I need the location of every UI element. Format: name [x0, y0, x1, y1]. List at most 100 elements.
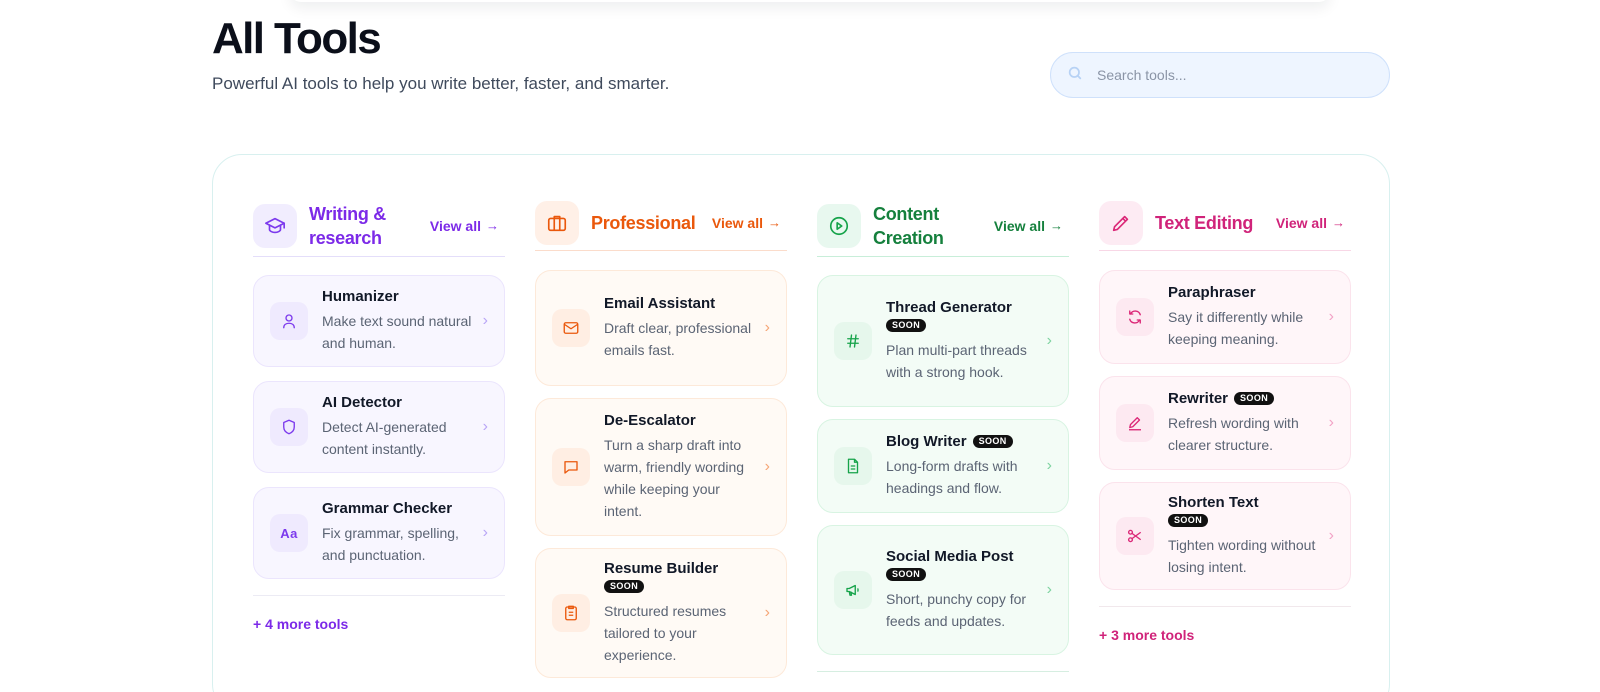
tool-card-grammar-checker[interactable]: Aa Grammar Checker Fix grammar, spelling…	[253, 487, 505, 579]
tool-name: Paraphraser	[1168, 284, 1256, 301]
chevron-right-icon: ›	[1046, 332, 1052, 349]
search-box[interactable]	[1050, 52, 1390, 98]
refresh-icon	[1116, 298, 1154, 336]
tool-description: Detect AI-generated content instantly.	[322, 419, 447, 457]
category-writing-research: Writing & research View all → Humanizer M…	[253, 195, 505, 632]
tool-card-blog-writer[interactable]: Blog Writer SOON Long-form drafts with he…	[817, 419, 1069, 513]
message-square-icon	[552, 448, 590, 486]
soon-badge: SOON	[1234, 392, 1275, 405]
view-all-label: View all	[1275, 214, 1327, 231]
column-divider	[817, 671, 1069, 672]
chevron-right-icon: ›	[1046, 457, 1052, 474]
category-professional: Professional View all → Email Assistant D…	[535, 195, 787, 678]
tool-name-text: Blog Writer	[886, 433, 967, 450]
tool-description: Tighten wording without losing intent.	[1168, 537, 1316, 575]
text-aa-glyph: Aa	[280, 525, 298, 541]
view-all-link[interactable]: View all →	[430, 218, 499, 234]
chevron-right-icon: ›	[764, 319, 770, 336]
view-all-link[interactable]: View all →	[994, 218, 1063, 234]
category-content-creation: Content Creation View all → Thread Genera…	[817, 195, 1069, 672]
tool-card-social-media-post[interactable]: Social Media Post SOON Short, punchy cop…	[817, 525, 1069, 655]
category-header: Professional View all →	[535, 195, 787, 251]
tool-card-ai-detector[interactable]: AI Detector Detect AI-generated content …	[253, 381, 505, 473]
tool-card-rewriter[interactable]: Rewriter SOON Refresh wording with cleare…	[1099, 376, 1351, 470]
category-title: Text Editing	[1155, 212, 1254, 233]
chevron-right-icon: ›	[764, 458, 770, 475]
mail-icon	[552, 309, 590, 347]
briefcase-icon	[535, 200, 579, 245]
chevron-right-icon: ›	[764, 604, 770, 621]
category-header: Content Creation View all →	[817, 195, 1069, 257]
tool-name: Shorten Text	[1168, 494, 1259, 511]
category-title: Content Creation	[873, 203, 944, 248]
text-aa-icon: Aa	[270, 514, 308, 552]
soon-badge: SOON	[972, 435, 1013, 448]
graduation-cap-icon	[253, 203, 297, 248]
tool-name-text: Rewriter	[1168, 390, 1229, 407]
tool-name: Blog Writer SOON	[886, 433, 1036, 451]
tool-description: Draft clear, professional emails fast.	[604, 320, 752, 358]
chevron-right-icon: ›	[1328, 308, 1334, 325]
user-icon	[270, 302, 308, 340]
chevron-right-icon: ›	[482, 418, 488, 435]
hash-icon	[834, 322, 872, 360]
soon-badge: SOON	[886, 319, 927, 332]
tool-card-paraphraser[interactable]: Paraphraser Say it differently while kee…	[1099, 270, 1351, 364]
tool-card-shorten-text[interactable]: Shorten Text SOON Tighten wording withou…	[1099, 482, 1351, 590]
view-all-link[interactable]: View all →	[1276, 215, 1345, 231]
soon-badge: SOON	[1168, 514, 1209, 527]
chevron-right-icon: ›	[1328, 527, 1334, 544]
arrow-right-icon: →	[486, 218, 499, 233]
tool-description: Structured resumes tailored to your expe…	[604, 603, 727, 663]
tool-card-resume-builder[interactable]: Resume Builder SOON Structured resumes t…	[535, 548, 787, 678]
more-tools-link[interactable]: + 3 more tools	[1099, 606, 1351, 643]
tool-description: Turn a sharp draft into warm, friendly w…	[604, 437, 745, 519]
tool-description: Short, punchy copy for feeds and updates…	[886, 591, 1027, 629]
tool-card-thread-generator[interactable]: Thread Generator SOON Plan multi-part th…	[817, 275, 1069, 407]
page-subtitle: Powerful AI tools to help you write bett…	[212, 74, 670, 93]
view-all-link[interactable]: View all →	[712, 215, 781, 231]
shield-icon	[270, 408, 308, 446]
soon-badge: SOON	[886, 568, 927, 581]
tool-description: Make text sound natural and human.	[322, 313, 472, 351]
chevron-right-icon: ›	[482, 312, 488, 329]
arrow-right-icon: →	[768, 215, 781, 230]
tool-description: Say it differently while keeping meaning…	[1168, 309, 1304, 347]
tool-name: AI Detector	[322, 394, 403, 411]
top-nav-shadow	[290, 0, 1330, 2]
arrow-right-icon: →	[1050, 218, 1063, 233]
tools-panel: Writing & research View all → Humanizer M…	[212, 154, 1390, 692]
category-title: Professional	[591, 212, 696, 233]
tool-name: Grammar Checker	[322, 500, 453, 517]
tool-name: Email Assistant	[604, 295, 716, 312]
tool-description: Fix grammar, spelling, and punctuation.	[322, 525, 459, 563]
tool-name: Thread Generator	[886, 299, 1012, 316]
tool-name: Rewriter SOON	[1168, 390, 1318, 408]
clipboard-list-icon	[552, 594, 590, 632]
chevron-right-icon: ›	[1328, 414, 1334, 431]
view-all-label: View all	[993, 217, 1045, 234]
view-all-label: View all	[429, 217, 481, 234]
file-text-icon	[834, 447, 872, 485]
more-tools-link[interactable]: + 4 more tools	[253, 595, 505, 632]
tool-name: De-Escalator	[604, 412, 696, 429]
tool-name: Humanizer	[322, 288, 399, 305]
tool-description: Long-form drafts with headings and flow.	[886, 458, 1018, 496]
view-all-label: View all	[711, 214, 763, 231]
tool-card-email-assistant[interactable]: Email Assistant Draft clear, professiona…	[535, 270, 787, 386]
tool-card-de-escalator[interactable]: De-Escalator Turn a sharp draft into war…	[535, 398, 787, 536]
page-title: All Tools	[212, 14, 382, 63]
tool-card-humanizer[interactable]: Humanizer Make text sound natural and hu…	[253, 275, 505, 367]
tool-description: Refresh wording with clearer structure.	[1168, 415, 1299, 453]
chevron-right-icon: ›	[482, 524, 488, 541]
search-icon	[1067, 65, 1083, 86]
category-header: Text Editing View all →	[1099, 195, 1351, 251]
tool-name: Resume Builder	[604, 560, 719, 577]
pencil-icon	[1099, 200, 1143, 245]
chevron-right-icon: ›	[1046, 581, 1052, 598]
category-title: Writing & research	[309, 203, 386, 248]
search-input[interactable]	[1097, 67, 1377, 83]
play-circle-icon	[817, 203, 861, 248]
soon-badge: SOON	[604, 580, 645, 593]
pen-line-icon	[1116, 404, 1154, 442]
